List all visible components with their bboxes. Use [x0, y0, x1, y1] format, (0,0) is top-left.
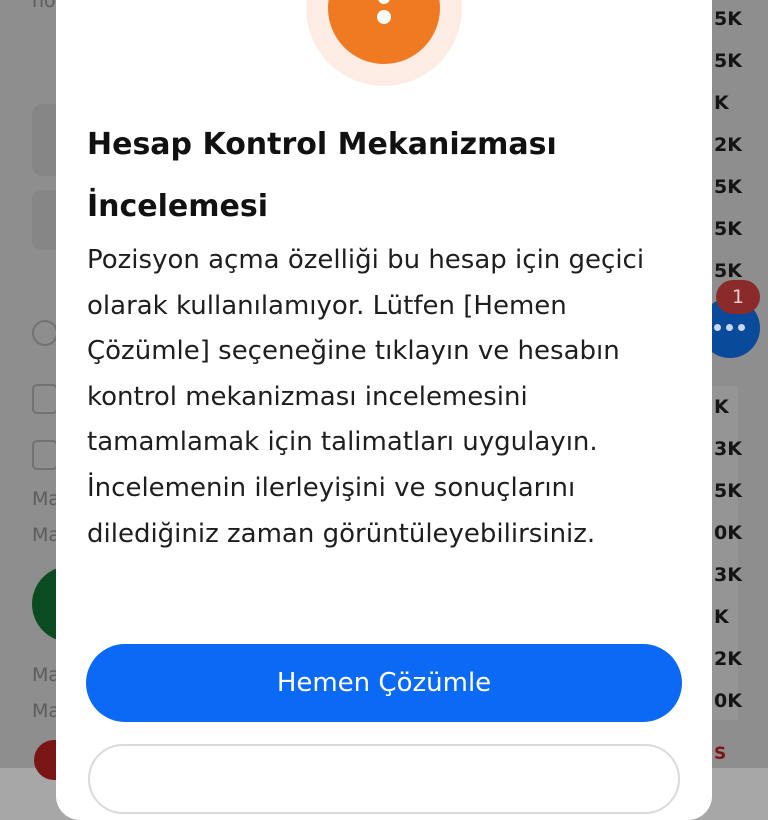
background-checkbox — [32, 440, 58, 470]
background-value: 5K — [714, 50, 742, 72]
background-value: 2K — [714, 648, 742, 670]
resolve-now-button[interactable]: Hemen Çözümle — [86, 644, 682, 722]
background-label: no — [32, 0, 56, 12]
background-value: 0K — [714, 522, 742, 544]
background-value: 3K — [714, 438, 742, 460]
background-value: 5K — [714, 218, 742, 240]
background-value: 5K — [714, 176, 742, 198]
background-value: K — [714, 606, 729, 628]
background-value: 3K — [714, 564, 742, 586]
background-right-column: 5K 5K K 2K 5K 5K 5K K 3K 5K 0K 3K K 2K 0… — [712, 0, 768, 768]
dialog-title: Hesap Kontrol Mekanizması İncelemesi — [87, 127, 557, 224]
background-value: 5K — [714, 8, 742, 30]
background-radio — [32, 320, 58, 346]
background-value: 5K — [714, 480, 742, 502]
secondary-button[interactable] — [88, 744, 680, 814]
dialog-message: Pozisyon açma özelliği bu hesap için geç… — [87, 245, 645, 549]
background-value: K — [714, 92, 729, 114]
background-left-column: no Ma Ma Ma Ma — [0, 0, 72, 780]
chat-icon — [714, 324, 746, 332]
background-value: S — [714, 744, 727, 764]
background-value: 0K — [714, 690, 742, 712]
background-value: K — [714, 396, 729, 418]
background-value: 2K — [714, 134, 742, 156]
chat-notification-badge: 1 — [716, 280, 760, 314]
background-checkbox — [32, 384, 58, 414]
